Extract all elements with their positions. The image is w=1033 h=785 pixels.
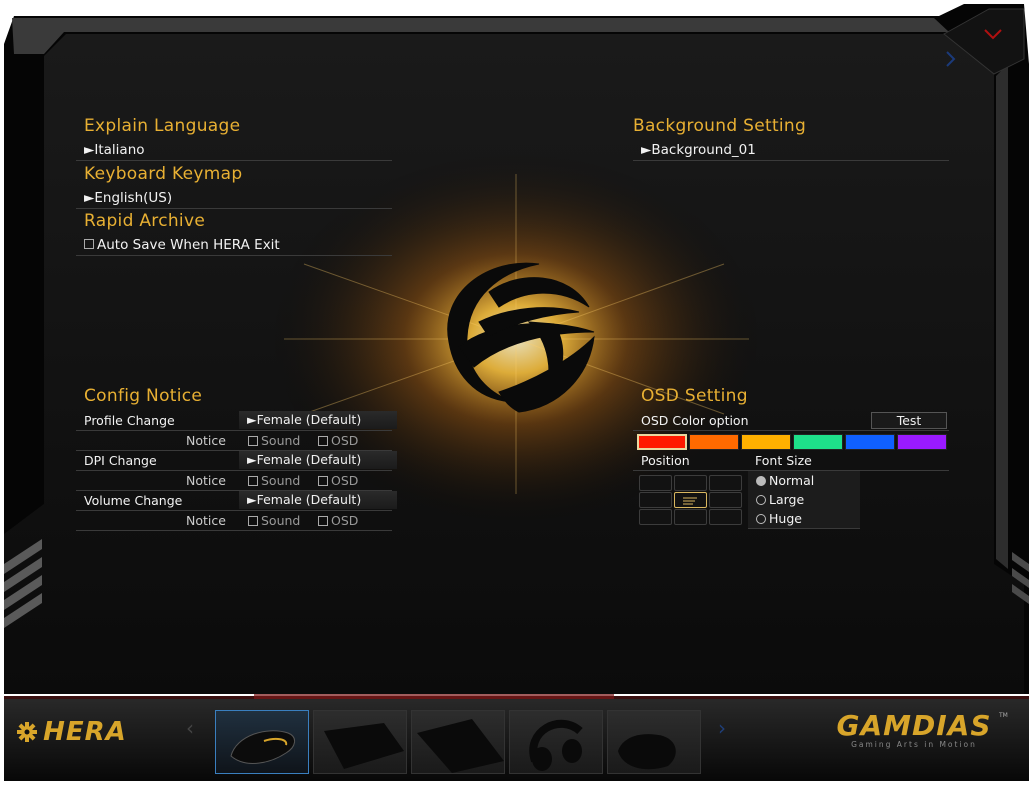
explain-language-select[interactable]: ►Italiano: [76, 141, 392, 161]
speaker-icon: [618, 734, 676, 770]
background-select[interactable]: ►Background_01: [633, 141, 949, 161]
dpi-change-label: DPI Change: [84, 453, 157, 468]
position-cell-bottom-left[interactable]: [639, 509, 672, 525]
config-notice-title: Config Notice: [84, 386, 203, 406]
font-size-normal-label: Normal: [769, 473, 815, 488]
position-cell-middle-right[interactable]: [709, 492, 742, 508]
sound-label: Sound: [261, 513, 301, 528]
keyboard-icon: [417, 719, 504, 773]
profile-change-voice-select[interactable]: ►Female (Default): [239, 411, 397, 429]
volume-change-label: Volume Change: [84, 493, 183, 508]
position-cell-top-center[interactable]: [674, 475, 707, 491]
device-tab-keyboard[interactable]: [411, 710, 505, 774]
position-cell-bottom-right[interactable]: [709, 509, 742, 525]
sound-checkbox[interactable]: [248, 475, 258, 486]
brand-tagline: Gaming Arts in Motion: [851, 740, 977, 749]
osd-test-button[interactable]: Test: [871, 412, 947, 429]
device-tab-headset[interactable]: [509, 710, 603, 774]
gamdias-logo: GAMDIAS Gaming Arts in Motion: [829, 709, 999, 750]
device-tab-mouse[interactable]: [215, 710, 309, 774]
gamdias-emblem-icon: [447, 262, 595, 413]
font-size-large-label: Large: [769, 492, 805, 507]
position-cell-middle-left[interactable]: [639, 492, 672, 508]
mousepad-icon: [324, 723, 404, 769]
radio-unselected-icon: [756, 513, 766, 524]
position-cell-bottom-center[interactable]: [674, 509, 707, 525]
position-label: Position: [641, 453, 690, 468]
osd-label: OSD: [331, 473, 359, 488]
gear-icon: [17, 722, 37, 742]
left-arrow-icon[interactable]: ‹: [186, 716, 194, 740]
osd-color-swatch-green[interactable]: [793, 434, 843, 450]
background-value: ►Background_01: [641, 142, 756, 158]
osd-checkbox[interactable]: [318, 515, 328, 526]
sound-label: Sound: [261, 473, 301, 488]
headset-icon: [529, 719, 583, 771]
font-size-huge-option[interactable]: Huge: [748, 509, 860, 529]
font-size-label: Font Size: [755, 453, 812, 468]
trademark: TM: [999, 712, 1008, 719]
keyboard-keymap-value: ►English(US): [84, 190, 173, 206]
osd-checkbox[interactable]: [318, 475, 328, 486]
rapid-archive-title: Rapid Archive: [84, 211, 206, 231]
keyboard-keymap-select[interactable]: ►English(US): [76, 189, 392, 209]
radio-unselected-icon: [756, 494, 766, 505]
device-tab-mousepad[interactable]: [313, 710, 407, 774]
osd-label: OSD: [331, 433, 359, 448]
osd-color-swatch-amber[interactable]: [741, 434, 791, 450]
position-cell-top-right[interactable]: [709, 475, 742, 491]
dpi-change-notice-row: Notice Sound OSD: [76, 471, 392, 491]
osd-color-swatch-purple[interactable]: [897, 434, 947, 450]
position-cell-center[interactable]: [674, 492, 707, 508]
osd-label: OSD: [331, 513, 359, 528]
explain-language-title: Explain Language: [84, 116, 241, 136]
position-selected-icon: [683, 497, 697, 505]
volume-change-voice-select[interactable]: ►Female (Default): [239, 491, 397, 509]
close-chevron-icon[interactable]: [982, 24, 1004, 44]
auto-save-checkbox[interactable]: [84, 239, 94, 249]
minimize-chevron-icon[interactable]: [944, 50, 958, 68]
osd-color-swatch-orange[interactable]: [689, 434, 739, 450]
brand-name: GAMDIAS: [836, 709, 992, 742]
font-size-normal-option[interactable]: Normal: [748, 471, 860, 491]
hera-logo: HERA: [16, 717, 127, 747]
notice-label: Notice: [186, 513, 226, 528]
osd-setting-title: OSD Setting: [641, 386, 748, 406]
font-size-huge-label: Huge: [769, 511, 802, 526]
osd-color-swatch-blue[interactable]: [845, 434, 895, 450]
osd-position-header-row: Position Font Size: [633, 451, 949, 471]
right-arrow-icon[interactable]: ›: [718, 716, 726, 740]
position-cell-top-left[interactable]: [639, 475, 672, 491]
notice-label: Notice: [186, 433, 226, 448]
font-size-large-option[interactable]: Large: [748, 490, 860, 510]
device-tab-speaker[interactable]: [607, 710, 701, 774]
keyboard-keymap-title: Keyboard Keymap: [84, 164, 243, 184]
osd-color-option-label: OSD Color option: [641, 413, 749, 428]
profile-change-notice-row: Notice Sound OSD: [76, 431, 392, 451]
app-name: HERA: [43, 717, 127, 747]
osd-checkbox[interactable]: [318, 435, 328, 446]
sound-checkbox[interactable]: [248, 435, 258, 446]
sound-label: Sound: [261, 433, 301, 448]
radio-selected-icon: [756, 475, 766, 486]
explain-language-value: ►Italiano: [84, 142, 145, 158]
dpi-change-voice-select[interactable]: ►Female (Default): [239, 451, 397, 469]
osd-color-swatch-red[interactable]: [637, 434, 687, 450]
auto-save-checkbox-row[interactable]: Auto Save When HERA Exit: [76, 236, 392, 256]
sound-checkbox[interactable]: [248, 515, 258, 526]
profile-change-label: Profile Change: [84, 413, 175, 428]
app-window: Explain Language ►Italiano Keyboard Keym…: [4, 4, 1029, 781]
mouse-icon: [230, 730, 295, 764]
notice-label: Notice: [186, 473, 226, 488]
background-setting-title: Background Setting: [633, 116, 807, 136]
auto-save-label: Auto Save When HERA Exit: [97, 237, 280, 253]
volume-change-notice-row: Notice Sound OSD: [76, 511, 392, 531]
